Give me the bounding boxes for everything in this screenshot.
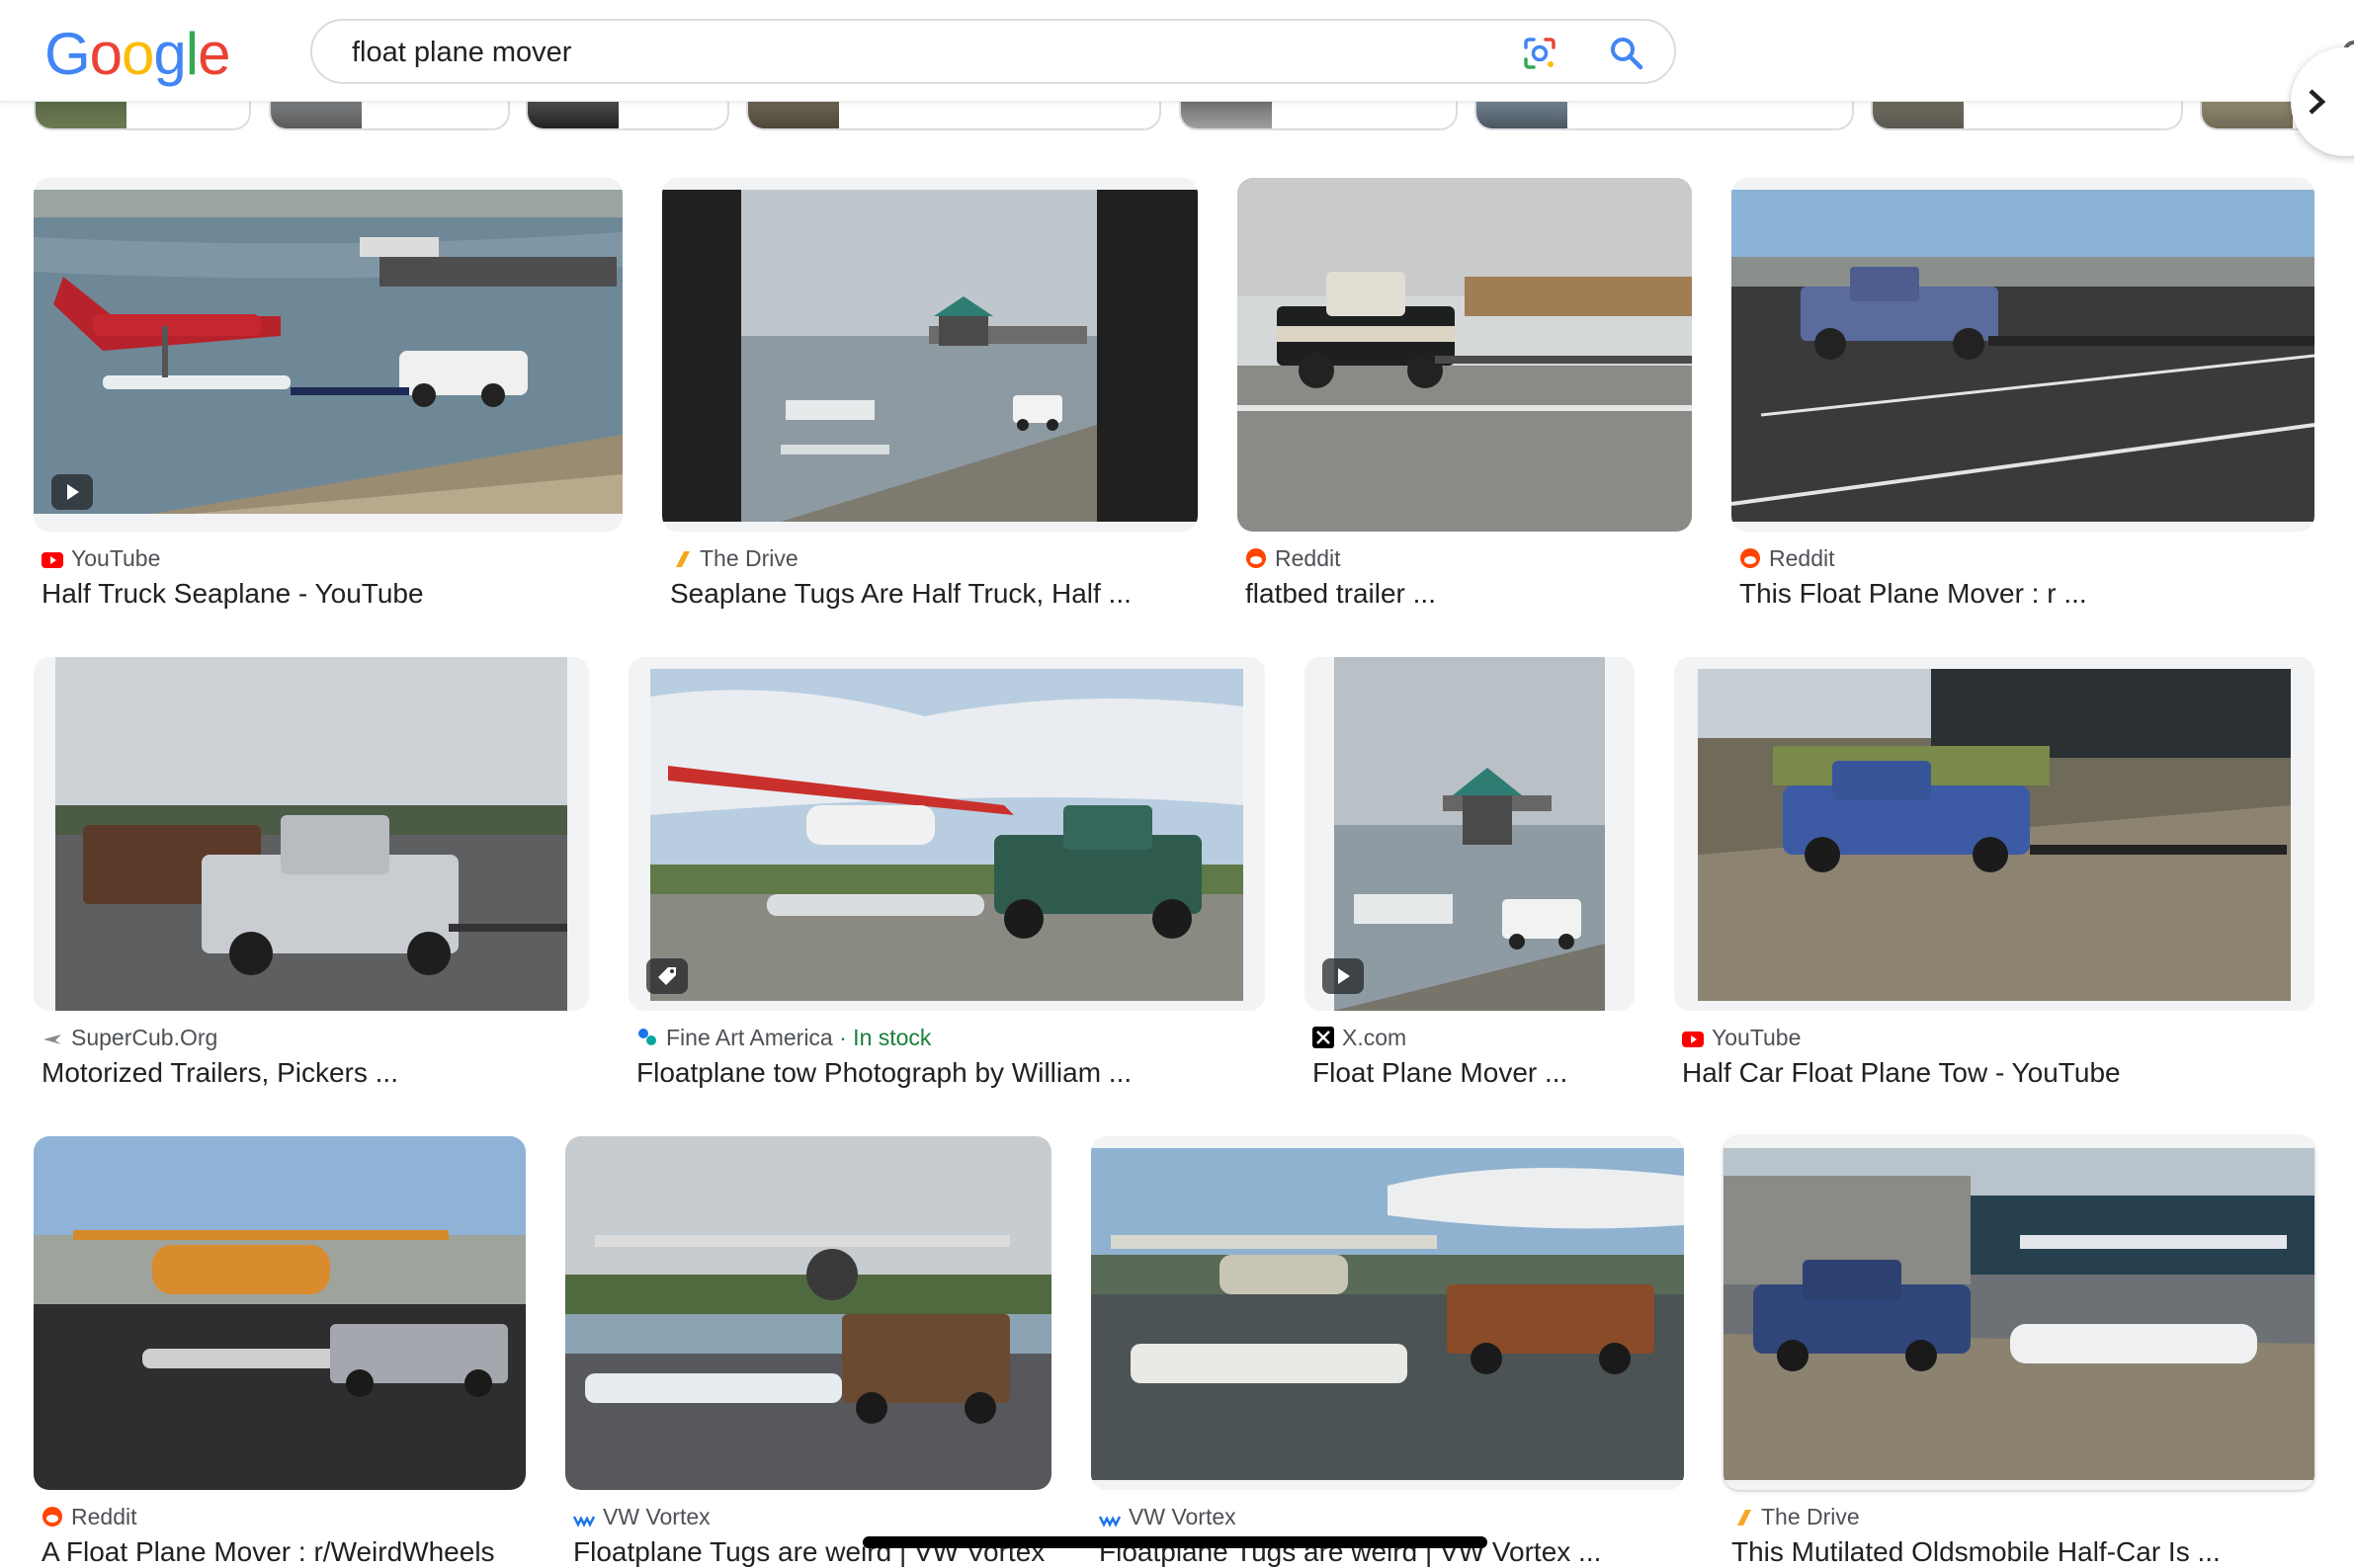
result-thumbnail[interactable]: [1731, 178, 2314, 532]
result-title[interactable]: Float Plane Mover ...: [1312, 1057, 1639, 1089]
fineart-icon: [638, 1029, 656, 1045]
search-input[interactable]: float plane mover: [352, 37, 571, 69]
logo-letter-e: e: [198, 21, 230, 87]
result-source[interactable]: VW Vortex: [1099, 1504, 1236, 1530]
search-box[interactable]: float plane mover: [310, 19, 1676, 84]
result-source[interactable]: Fine Art America · In stock: [636, 1025, 931, 1051]
video-badge: [51, 474, 93, 510]
video-badge: [1322, 958, 1364, 994]
logo-letter-o2: o: [122, 21, 154, 87]
float-plane-mover-image: [1731, 178, 2314, 532]
result-title[interactable]: Motorized Trailers, Pickers ...: [42, 1057, 595, 1089]
half-car-tow-image: [1674, 657, 2314, 1011]
result-source[interactable]: SuperCub.Org: [42, 1025, 217, 1051]
source-name: YouTube: [1712, 1025, 1802, 1050]
result-title[interactable]: Seaplane Tugs Are Half Truck, Half ...: [670, 578, 1204, 610]
header-bar: Google float plane mover: [0, 0, 2354, 102]
source-name: Fine Art America: [666, 1025, 833, 1050]
seaplane-truck-image: [34, 178, 623, 532]
result-source[interactable]: Reddit: [1245, 545, 1340, 572]
logo-letter-o1: o: [89, 21, 123, 87]
source-name: The Drive: [700, 545, 799, 571]
result-thumbnail[interactable]: [629, 657, 1265, 1011]
result-thumbnail[interactable]: [34, 657, 589, 1011]
source-name: VW Vortex: [1129, 1504, 1236, 1529]
vwvortex-icon: [573, 1516, 595, 1527]
result-source[interactable]: YouTube: [42, 545, 160, 572]
source-name: YouTube: [71, 545, 161, 571]
flatbed-truck-image: [1237, 178, 1692, 532]
orange-floatplane-image: [34, 1136, 526, 1490]
source-name: VW Vortex: [603, 1504, 711, 1529]
price-tag-badge: [646, 958, 688, 994]
youtube-icon: [42, 552, 63, 568]
floatplane-tow-photo-image: [629, 657, 1265, 1011]
source-name: Reddit: [1769, 545, 1835, 571]
result-thumbnail[interactable]: [34, 178, 623, 532]
result-source[interactable]: The Drive: [1731, 1504, 1860, 1530]
floatplane-tug-image: [565, 1136, 1051, 1490]
result-source[interactable]: X.com: [1312, 1025, 1406, 1051]
logo-letter-g: G: [44, 21, 91, 87]
vwvortex-icon: [1099, 1516, 1121, 1527]
result-title[interactable]: This Mutilated Oldsmobile Half-Car Is ..…: [1731, 1536, 2320, 1568]
google-logo[interactable]: Google: [44, 20, 231, 88]
result-thumbnail[interactable]: [34, 1136, 526, 1490]
source-name: SuperCub.Org: [71, 1025, 218, 1050]
result-thumbnail[interactable]: [1304, 657, 1635, 1011]
google-lens-icon[interactable]: [1520, 34, 1559, 73]
result-thumbnail[interactable]: [662, 178, 1198, 532]
pickup-trailers-image: [34, 657, 589, 1011]
result-title[interactable]: A Float Plane Mover : r/WeirdWheels: [42, 1536, 532, 1568]
search-icon[interactable]: [1607, 34, 1646, 73]
result-thumbnail[interactable]: [565, 1136, 1051, 1490]
home-indicator[interactable]: [863, 1536, 1487, 1548]
result-thumbnail[interactable]: [1674, 657, 2314, 1011]
seaplane-tug-image: [662, 178, 1198, 532]
price-tag-icon: [658, 967, 676, 985]
result-title[interactable]: Half Car Float Plane Tow - YouTube: [1682, 1057, 2314, 1089]
result-source[interactable]: Reddit: [1739, 545, 1834, 572]
result-source[interactable]: The Drive: [670, 545, 799, 572]
result-title[interactable]: Half Truck Seaplane - YouTube: [42, 578, 625, 610]
floatplane-tug-dock-image: [1091, 1136, 1684, 1490]
source-name: X.com: [1342, 1025, 1407, 1050]
supercub-icon: [43, 1034, 61, 1044]
source-name: The Drive: [1761, 1504, 1860, 1529]
x-icon: [1312, 1027, 1334, 1048]
thedrive-icon: [676, 551, 690, 567]
thedrive-icon: [1737, 1510, 1751, 1526]
in-stock-label: · In stock: [832, 1025, 932, 1050]
source-name: Reddit: [71, 1504, 137, 1529]
result-thumbnail[interactable]: [1237, 178, 1692, 532]
youtube-icon: [1682, 1032, 1704, 1047]
result-title[interactable]: flatbed trailer ...: [1245, 578, 1700, 610]
result-source[interactable]: YouTube: [1682, 1025, 1801, 1051]
result-thumbnail[interactable]: [1091, 1136, 1684, 1490]
logo-letter-l: l: [185, 21, 199, 87]
chevron-right-icon: [2309, 89, 2326, 115]
logo-letter-g2: g: [153, 21, 186, 87]
source-name: Reddit: [1275, 545, 1341, 571]
play-icon: [1338, 968, 1350, 984]
play-icon: [67, 484, 79, 500]
oldsmobile-half-car-image: [1723, 1136, 2314, 1490]
reddit-icon: [1246, 548, 1266, 568]
result-source[interactable]: Reddit: [42, 1504, 136, 1530]
result-source[interactable]: VW Vortex: [573, 1504, 711, 1530]
related-searches-row: [0, 73, 2354, 130]
result-title[interactable]: This Float Plane Mover : r ...: [1739, 578, 2312, 610]
result-title[interactable]: Floatplane tow Photograph by William ...: [636, 1057, 1269, 1089]
reddit-icon: [1740, 548, 1760, 568]
result-thumbnail[interactable]: [1723, 1136, 2314, 1490]
reddit-icon: [42, 1507, 62, 1527]
